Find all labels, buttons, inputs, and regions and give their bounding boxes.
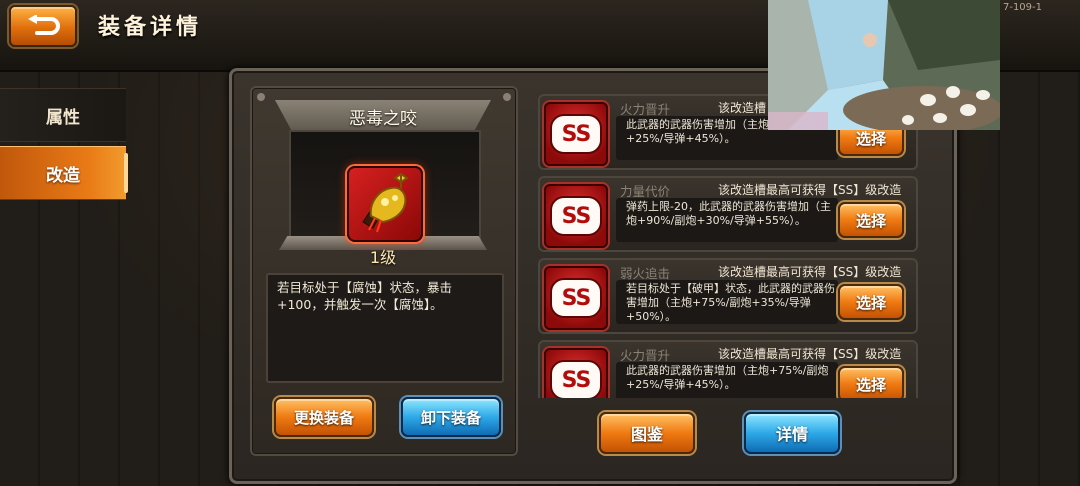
- weapon-icon[interactable]: [347, 166, 423, 242]
- tab-attributes[interactable]: 属性: [0, 88, 126, 142]
- modification-hint: 该改造槽最高可获得【SS】级改造: [718, 347, 902, 361]
- grade-ss-icon: SS: [544, 266, 608, 330]
- select-button[interactable]: 选择: [838, 366, 904, 398]
- modification-description: 此武器的武器伤害增加（主炮+75%/副炮+25%/导弹+45%）。: [626, 364, 829, 391]
- replace-equipment-button[interactable]: 更换装备: [274, 397, 374, 437]
- return-arrow-icon: [28, 15, 60, 35]
- details-button[interactable]: 详情: [744, 412, 840, 454]
- modification-slot: SS 火力晋升 该改造槽最高可获得【SS】级改造 此武器的武器伤害增加（主炮+7…: [538, 340, 918, 398]
- back-button[interactable]: [9, 5, 77, 47]
- grade-label: SS: [550, 278, 602, 318]
- grade-ss-icon: SS: [544, 348, 608, 398]
- modification-description: 弹药上限-20，此武器的武器伤害增加（主炮+90%/副炮+30%/导弹+55%）…: [626, 200, 831, 227]
- select-button[interactable]: 选择: [838, 284, 904, 320]
- grade-ss-icon: SS: [544, 102, 608, 166]
- unequip-button[interactable]: 卸下装备: [401, 397, 501, 437]
- webcam-feed-image: [768, 0, 1000, 130]
- golden-claw-icon: [362, 172, 409, 233]
- modification-description: 若目标处于【破甲】状态，此武器的武器伤害增加（主炮+75%/副炮+35%/导弹+…: [626, 282, 835, 323]
- grade-label: SS: [550, 196, 602, 236]
- page-title: 装备详情: [98, 15, 203, 40]
- modification-slot: SS 弱火追击 该改造槽最高可获得【SS】级改造 若目标处于【破甲】状态，此武器…: [538, 258, 918, 334]
- weapon-name: 恶毒之咬: [275, 100, 491, 132]
- modification-slot: SS 力量代价 该改造槽最高可获得【SS】级改造 弹药上限-20，此武器的武器伤…: [538, 176, 918, 252]
- grade-ss-icon: SS: [544, 184, 608, 248]
- select-button[interactable]: 选择: [838, 202, 904, 238]
- version-text: 7-109-1: [1002, 2, 1042, 13]
- webcam-overlay: [768, 0, 1000, 130]
- modification-hint: 该改造槽最高可获得【SS】级改造: [718, 265, 902, 279]
- modification-hint: 该改造槽最高可获得【SS】级改造: [718, 183, 902, 197]
- codex-button[interactable]: 图鉴: [599, 412, 695, 454]
- grade-label: SS: [550, 360, 602, 398]
- weapon-description: 若目标处于【腐蚀】状态，暴击+100，并触发一次【腐蚀】。: [277, 280, 453, 312]
- grade-label: SS: [550, 114, 602, 154]
- modification-hint: 该改造槽: [718, 101, 767, 115]
- modification-list[interactable]: SS 火力晋升 该改造槽 此武器的武器伤害增加（主炮+75%/副炮+25%/导弹…: [524, 86, 924, 398]
- weapon-level: 1级: [369, 248, 397, 267]
- tab-modification[interactable]: 改造: [0, 146, 128, 200]
